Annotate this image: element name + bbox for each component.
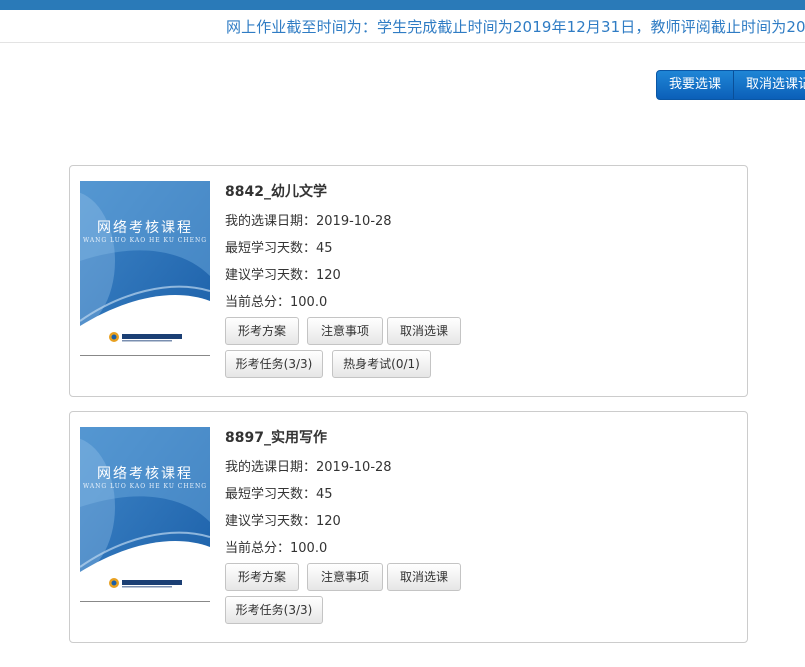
select-date: 我的选课日期：2019-10-28 bbox=[225, 214, 392, 229]
cover-divider bbox=[80, 355, 210, 356]
course-cover-image[interactable]: 网络考核课程 WANG LUO KAO HE KU CHENG bbox=[80, 181, 210, 353]
cover-background bbox=[80, 181, 210, 353]
deadline-notice-text: 网上作业截至时间为：学生完成截止时间为2019年12月31日，教师评阅截止时间为… bbox=[226, 18, 805, 36]
suggested-study-days: 建议学习天数：120 bbox=[225, 268, 341, 283]
course-cover-image[interactable]: 网络考核课程 WANG LUO KAO HE KU CHENG bbox=[80, 427, 210, 599]
course-card: 网络考核课程 WANG LUO KAO HE KU CHENG 8897_实用写… bbox=[69, 411, 748, 643]
course-card: 网络考核课程 WANG LUO KAO HE KU CHENG 8842_幼儿文… bbox=[69, 165, 748, 397]
current-total-score: 当前总分：100.0 bbox=[225, 295, 328, 310]
warmup-exam-button[interactable]: 热身考试(0/1) bbox=[332, 350, 431, 378]
min-study-days: 最短学习天数：45 bbox=[225, 241, 333, 256]
cover-divider bbox=[80, 601, 210, 602]
suggested-study-days: 建议学习天数：120 bbox=[225, 514, 341, 529]
assessment-plan-button[interactable]: 形考方案 bbox=[225, 563, 299, 591]
min-study-days: 最短学习天数：45 bbox=[225, 487, 333, 502]
assessment-plan-button[interactable]: 形考方案 bbox=[225, 317, 299, 345]
notes-button[interactable]: 注意事项 bbox=[307, 563, 383, 591]
cover-subtitle: WANG LUO KAO HE KU CHENG bbox=[82, 483, 208, 490]
cancel-course-button[interactable]: 取消选课 bbox=[387, 563, 461, 591]
select-course-button[interactable]: 我要选课 bbox=[657, 71, 733, 99]
cover-title: 网络考核课程 bbox=[97, 466, 193, 482]
deadline-notice: 网上作业截至时间为：学生完成截止时间为2019年12月31日，教师评阅截止时间为… bbox=[0, 10, 805, 43]
current-total-score: 当前总分：100.0 bbox=[225, 541, 328, 556]
university-logo-icon bbox=[109, 332, 182, 342]
select-date: 我的选课日期：2019-10-28 bbox=[225, 460, 392, 475]
university-logo-icon bbox=[109, 578, 182, 588]
course-title[interactable]: 8842_幼儿文学 bbox=[225, 181, 327, 201]
cover-title: 网络考核课程 bbox=[97, 220, 193, 236]
notes-button[interactable]: 注意事项 bbox=[307, 317, 383, 345]
assessment-tasks-button[interactable]: 形考任务(3/3) bbox=[225, 596, 323, 624]
assessment-tasks-button[interactable]: 形考任务(3/3) bbox=[225, 350, 323, 378]
cancel-course-button[interactable]: 取消选课 bbox=[387, 317, 461, 345]
top-header-bar bbox=[0, 0, 805, 10]
course-action-group: 我要选课 取消选课记录 bbox=[656, 70, 805, 100]
cancel-record-button[interactable]: 取消选课记录 bbox=[733, 71, 805, 99]
course-title[interactable]: 8897_实用写作 bbox=[225, 427, 327, 447]
cover-subtitle: WANG LUO KAO HE KU CHENG bbox=[82, 237, 208, 244]
cover-background bbox=[80, 427, 210, 599]
